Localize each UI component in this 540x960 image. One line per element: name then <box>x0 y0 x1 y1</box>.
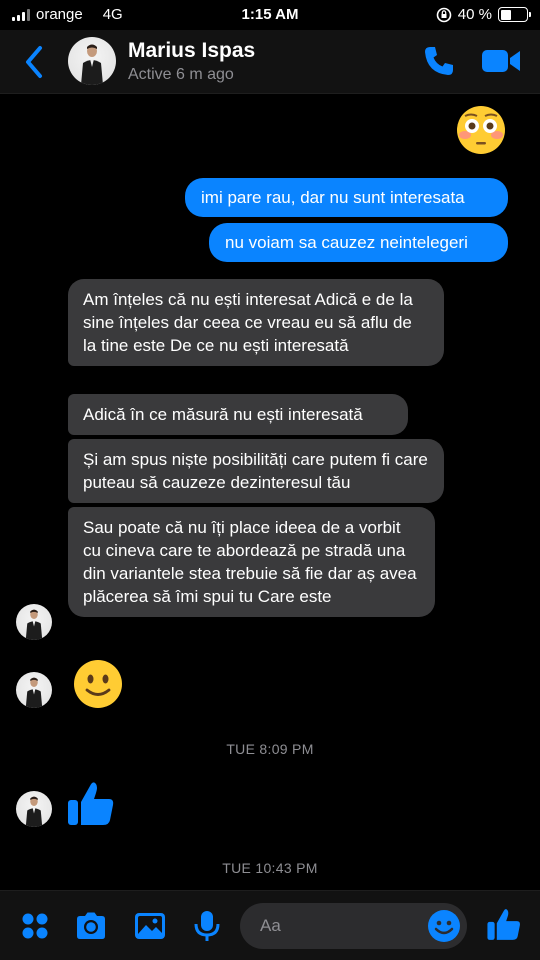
message-input[interactable]: Aa <box>240 903 467 949</box>
person-photo-icon <box>25 677 43 708</box>
microphone-icon[interactable] <box>190 909 224 943</box>
slightly-smiling-face-emoji <box>74 660 122 708</box>
battery-percent: 40 % <box>457 6 492 23</box>
apps-grid-icon[interactable] <box>18 909 52 943</box>
person-photo-icon <box>81 44 103 85</box>
chat-header: Marius Ispas Active 6 m ago <box>0 30 540 94</box>
flushed-face-emoji <box>457 106 505 154</box>
sent-message[interactable]: imi pare rau, dar nu sunt interesata <box>185 178 508 217</box>
phone-call-icon[interactable] <box>422 44 456 78</box>
sent-message[interactable]: nu voiam sa cauzez neintelegeri <box>209 223 508 262</box>
back-chevron-icon[interactable] <box>20 42 48 82</box>
received-message[interactable]: Am înțeles că nu ești interesat Adică e … <box>68 279 444 366</box>
timestamp-separator: TUE 10:43 PM <box>222 860 318 876</box>
person-photo-icon <box>25 609 43 640</box>
received-message[interactable]: Și am spus niște posibilități care putem… <box>68 439 444 503</box>
battery-icon <box>498 7 531 22</box>
orientation-lock-icon <box>436 7 452 22</box>
contact-name[interactable]: Marius Ispas <box>128 39 255 63</box>
received-message[interactable]: Sau poate că nu îți place ideea de a vor… <box>68 507 435 617</box>
contact-avatar-small[interactable] <box>16 791 52 827</box>
emoji-picker-icon[interactable] <box>427 909 461 943</box>
photo-gallery-icon[interactable] <box>133 909 167 943</box>
thumbs-up-icon <box>68 782 114 825</box>
contact-active-status: Active 6 m ago <box>128 66 234 83</box>
status-bar: orange 4G 1:15 AM 40 % <box>0 0 540 30</box>
contact-avatar-small[interactable] <box>16 672 52 708</box>
contact-avatar-small[interactable] <box>16 604 52 640</box>
message-input-placeholder: Aa <box>260 916 281 935</box>
like-button-thumbs-up-icon[interactable] <box>486 906 522 942</box>
composer-bar: Aa <box>0 890 540 960</box>
contact-avatar[interactable] <box>68 37 116 85</box>
video-call-icon[interactable] <box>482 47 520 75</box>
timestamp-separator: TUE 8:09 PM <box>226 741 314 757</box>
camera-icon[interactable] <box>74 909 108 943</box>
person-photo-icon <box>25 796 43 827</box>
received-message[interactable]: Adică în ce măsură nu ești interesată <box>68 394 408 435</box>
